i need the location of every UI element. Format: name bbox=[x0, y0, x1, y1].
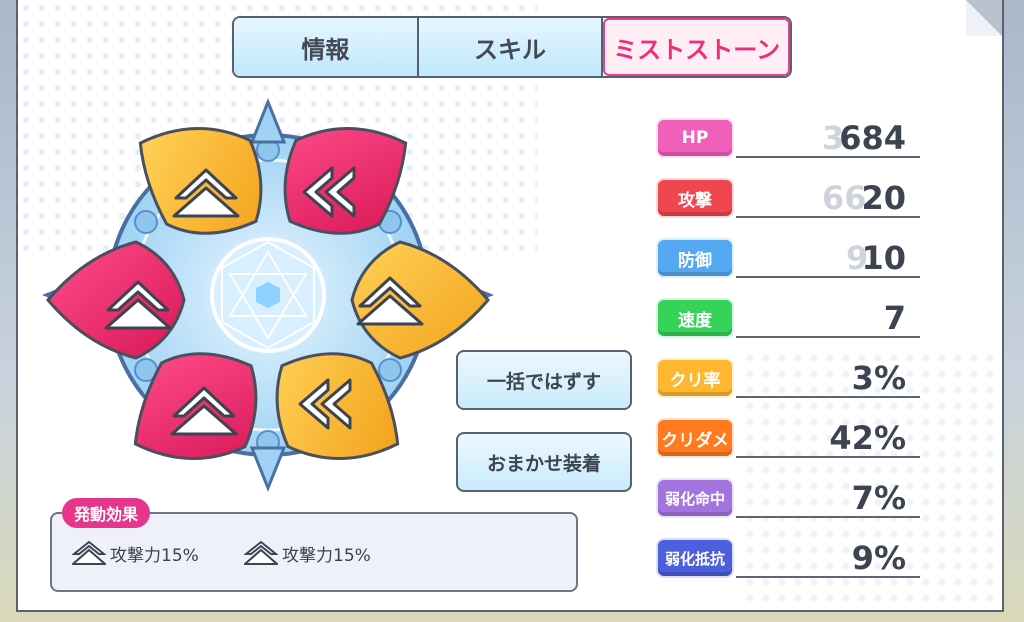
stat-value: 7% bbox=[851, 479, 906, 517]
effect-item-text: 攻撃力15% bbox=[282, 545, 371, 566]
tab-mist-stone[interactable]: ミストストーン bbox=[603, 18, 790, 76]
unequip-all-button[interactable]: 一括ではずす bbox=[456, 350, 632, 410]
stat-row-hp: HP 3 684 bbox=[656, 118, 922, 162]
stat-row-debuff-resist: 弱化抵抗 9% bbox=[656, 538, 922, 582]
effect-title: 発動効果 bbox=[62, 498, 151, 528]
stat-value: 7 bbox=[883, 299, 906, 337]
stat-value: 42% bbox=[829, 419, 906, 457]
stat-label: 速度 bbox=[656, 298, 734, 338]
stat-row-debuff-accuracy: 弱化命中 7% bbox=[656, 478, 922, 522]
tab-skill[interactable]: スキル bbox=[418, 18, 604, 76]
effect-item: 攻撃力15% bbox=[72, 540, 199, 566]
stat-label: 弱化抵抗 bbox=[656, 538, 734, 578]
stat-label: 弱化命中 bbox=[656, 478, 734, 518]
stat-value: 9% bbox=[851, 539, 906, 577]
stat-row-crit-damage: クリダメ 42% bbox=[656, 418, 922, 462]
tab-info[interactable]: 情報 bbox=[234, 18, 419, 76]
effect-item-text: 攻撃力15% bbox=[110, 545, 199, 566]
stat-label: 攻撃 bbox=[656, 178, 734, 218]
auto-equip-button[interactable]: おまかせ装着 bbox=[456, 432, 632, 492]
page-corner-fold bbox=[966, 0, 1002, 36]
stat-row-defense: 防御 9 10 bbox=[656, 238, 922, 282]
stat-previous-value: 66 bbox=[822, 179, 867, 217]
tab-bar: 情報 スキル ミストストーン bbox=[232, 16, 792, 78]
stat-row-attack: 攻撃 66 20 bbox=[656, 178, 922, 222]
stat-value: 10 bbox=[861, 239, 906, 277]
stat-label: クリダメ bbox=[656, 418, 734, 458]
stat-row-speed: 速度 7 bbox=[656, 298, 922, 342]
stat-value: 684 bbox=[839, 119, 906, 157]
stat-row-crit-rate: クリ率 3% bbox=[656, 358, 922, 402]
stat-label: 防御 bbox=[656, 238, 734, 278]
effect-item: 攻撃力15% bbox=[244, 540, 371, 566]
stat-value: 3% bbox=[851, 359, 906, 397]
stat-label: クリ率 bbox=[656, 358, 734, 398]
stat-value: 20 bbox=[861, 179, 906, 217]
double-chevron-up-icon bbox=[72, 540, 106, 565]
double-chevron-up-icon bbox=[244, 540, 278, 565]
stone-wheel bbox=[41, 97, 495, 493]
stat-label: HP bbox=[656, 118, 734, 158]
